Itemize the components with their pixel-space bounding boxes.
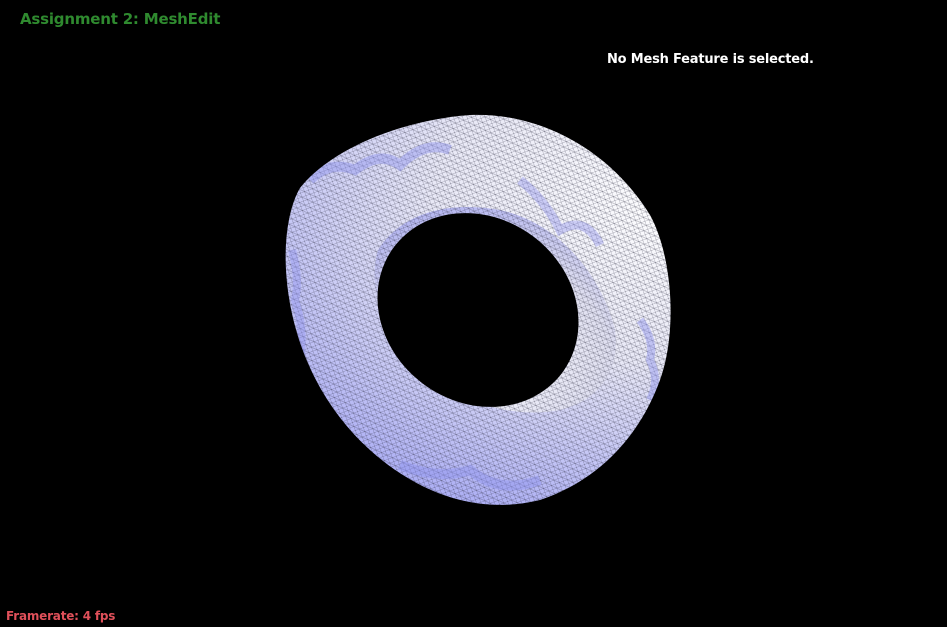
framerate-readout: Framerate: 4 fps [6, 609, 116, 623]
selection-status-text: No Mesh Feature is selected. [607, 52, 814, 67]
mesh-viewer-window[interactable]: Assignment 2: MeshEdit No Mesh Feature i… [0, 0, 947, 627]
torus-mesh[interactable] [0, 0, 947, 627]
3d-viewport[interactable] [0, 0, 947, 627]
app-title: Assignment 2: MeshEdit [20, 10, 221, 28]
